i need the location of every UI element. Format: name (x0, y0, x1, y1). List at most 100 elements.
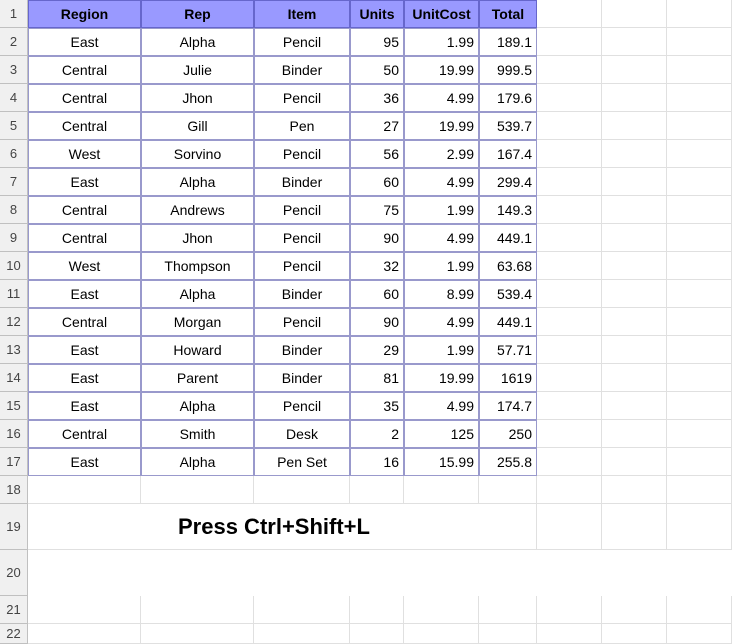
cell-rep[interactable]: Morgan (141, 308, 254, 336)
cell-total[interactable]: 167.4 (479, 140, 537, 168)
cell-rep[interactable]: Howard (141, 336, 254, 364)
cell-item[interactable]: Pen Set (254, 448, 350, 476)
cell-item[interactable]: Pencil (254, 140, 350, 168)
cell-unitcost[interactable]: 19.99 (404, 112, 479, 140)
cell-units[interactable]: 29 (350, 336, 404, 364)
cell-region[interactable]: East (28, 280, 141, 308)
cell-total[interactable]: 539.7 (479, 112, 537, 140)
cell-units[interactable]: 16 (350, 448, 404, 476)
row-header-15[interactable]: 15 (0, 392, 28, 420)
cell-region[interactable]: East (28, 392, 141, 420)
cell-item[interactable]: Binder (254, 56, 350, 84)
cell-total[interactable]: 250 (479, 420, 537, 448)
empty-cell[interactable] (667, 168, 732, 196)
cell-rep[interactable]: Thompson (141, 252, 254, 280)
empty-cell[interactable] (537, 196, 602, 224)
empty-cell[interactable] (537, 596, 602, 624)
cell-units[interactable]: 36 (350, 84, 404, 112)
cell-rep[interactable]: Sorvino (141, 140, 254, 168)
empty-cell[interactable] (667, 140, 732, 168)
cell-item[interactable]: Binder (254, 364, 350, 392)
cell-unitcost[interactable]: 8.99 (404, 280, 479, 308)
cell-total[interactable]: 449.1 (479, 308, 537, 336)
empty-cell[interactable] (479, 476, 537, 504)
empty-cell[interactable] (537, 224, 602, 252)
cell-total[interactable]: 449.1 (479, 224, 537, 252)
cell-region[interactable]: Central (28, 224, 141, 252)
row-header-7[interactable]: 7 (0, 168, 28, 196)
cell-rep[interactable]: Julie (141, 56, 254, 84)
cell-region[interactable]: West (28, 252, 141, 280)
cell-units[interactable]: 35 (350, 392, 404, 420)
empty-cell[interactable] (537, 280, 602, 308)
column-header-unitcost[interactable]: UnitCost (404, 0, 479, 28)
row-header-8[interactable]: 8 (0, 196, 28, 224)
cell-unitcost[interactable]: 1.99 (404, 336, 479, 364)
cell-rep[interactable]: Andrews (141, 196, 254, 224)
empty-cell[interactable] (602, 168, 667, 196)
empty-cell[interactable] (350, 596, 404, 624)
cell-total[interactable]: 174.7 (479, 392, 537, 420)
cell-item[interactable]: Pencil (254, 28, 350, 56)
row-header-10[interactable]: 10 (0, 252, 28, 280)
cell-item[interactable]: Pencil (254, 392, 350, 420)
row-header-18[interactable]: 18 (0, 476, 28, 504)
row-header-22[interactable]: 22 (0, 624, 28, 644)
empty-cell[interactable] (537, 476, 602, 504)
empty-cell[interactable] (537, 336, 602, 364)
empty-cell[interactable] (667, 624, 732, 644)
column-header-item[interactable]: Item (254, 0, 350, 28)
cell-item[interactable]: Desk (254, 420, 350, 448)
cell-region[interactable]: Central (28, 308, 141, 336)
empty-cell[interactable] (602, 392, 667, 420)
cell-units[interactable]: 2 (350, 420, 404, 448)
cell-unitcost[interactable]: 1.99 (404, 28, 479, 56)
cell-total[interactable]: 179.6 (479, 84, 537, 112)
empty-cell[interactable] (667, 280, 732, 308)
cell-rep[interactable]: Gill (141, 112, 254, 140)
empty-cell[interactable] (350, 476, 404, 504)
empty-cell[interactable] (404, 476, 479, 504)
empty-cell[interactable] (667, 308, 732, 336)
empty-cell[interactable] (254, 596, 350, 624)
empty-cell[interactable] (602, 84, 667, 112)
empty-cell[interactable] (254, 624, 350, 644)
row-header-21[interactable]: 21 (0, 596, 28, 624)
empty-cell[interactable] (537, 252, 602, 280)
cell-region[interactable]: East (28, 336, 141, 364)
column-header-region[interactable]: Region (28, 0, 141, 28)
cell-item[interactable]: Pencil (254, 196, 350, 224)
empty-cell[interactable] (667, 84, 732, 112)
cell-region[interactable]: Central (28, 84, 141, 112)
empty-cell[interactable] (537, 0, 602, 28)
empty-cell[interactable] (537, 392, 602, 420)
empty-cell[interactable] (141, 476, 254, 504)
cell-units[interactable]: 60 (350, 168, 404, 196)
empty-cell[interactable] (602, 196, 667, 224)
cell-unitcost[interactable]: 4.99 (404, 392, 479, 420)
cell-rep[interactable]: Alpha (141, 448, 254, 476)
column-header-total[interactable]: Total (479, 0, 537, 28)
cell-unitcost[interactable]: 1.99 (404, 252, 479, 280)
empty-cell[interactable] (537, 112, 602, 140)
empty-cell[interactable] (667, 448, 732, 476)
empty-cell[interactable] (602, 476, 667, 504)
cell-rep[interactable]: Jhon (141, 84, 254, 112)
cell-item[interactable]: Binder (254, 336, 350, 364)
cell-total[interactable]: 1619 (479, 364, 537, 392)
empty-cell[interactable] (667, 392, 732, 420)
empty-cell[interactable] (28, 596, 141, 624)
cell-region[interactable]: Central (28, 196, 141, 224)
cell-rep[interactable]: Jhon (141, 224, 254, 252)
empty-cell[interactable] (141, 624, 254, 644)
cell-rep[interactable]: Alpha (141, 28, 254, 56)
empty-cell[interactable] (602, 252, 667, 280)
cell-region[interactable]: Central (28, 56, 141, 84)
cell-unitcost[interactable]: 1.99 (404, 196, 479, 224)
empty-cell[interactable] (667, 112, 732, 140)
cell-rep[interactable]: Alpha (141, 392, 254, 420)
cell-units[interactable]: 32 (350, 252, 404, 280)
empty-cell[interactable] (602, 28, 667, 56)
empty-cell[interactable] (537, 168, 602, 196)
cell-region[interactable]: Central (28, 420, 141, 448)
